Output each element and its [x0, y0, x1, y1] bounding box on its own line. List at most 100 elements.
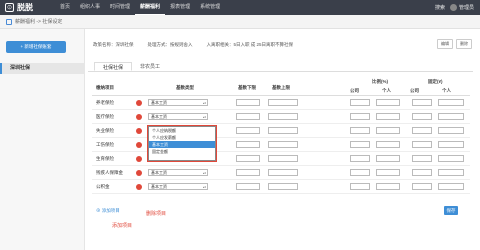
nav-item-payroll[interactable]: 薪酬福利: [135, 0, 166, 15]
ratio-person-input[interactable]: [376, 183, 400, 190]
dropdown-option[interactable]: 个人应纳税额: [149, 127, 215, 134]
user-menu[interactable]: 管理员: [449, 4, 474, 11]
lower-input[interactable]: [236, 99, 260, 106]
base-type-dropdown: 个人应纳税额 个人应发薪额 基本工资 固定金额: [148, 126, 216, 161]
delete-row-icon[interactable]: [136, 170, 142, 176]
ratio-company-input[interactable]: [350, 155, 370, 162]
nav-item-reports[interactable]: 报表管理: [165, 0, 195, 15]
table-row: 医疗保险 基本工资: [92, 110, 470, 124]
policy-method: 处理方式：按规则舍入: [147, 42, 193, 47]
fixed-person-input[interactable]: [438, 99, 464, 106]
ratio-person-input[interactable]: [376, 113, 400, 120]
fixed-company-input[interactable]: [412, 183, 432, 190]
tab-bar: 社保社保 非农员工: [88, 62, 473, 72]
sidebar-item-shenzhen[interactable]: 深圳社保: [0, 63, 85, 74]
row-name: 工伤保险: [96, 142, 114, 147]
base-type-select[interactable]: 基本工资: [148, 99, 208, 106]
fixed-company-input[interactable]: [412, 99, 432, 106]
ratio-person-input[interactable]: [376, 141, 400, 148]
fixed-person-input[interactable]: [438, 155, 464, 162]
base-type-select[interactable]: 基本工资: [148, 169, 208, 176]
home-icon[interactable]: [6, 18, 12, 25]
upper-input[interactable]: [268, 141, 298, 148]
delete-row-icon[interactable]: [136, 114, 142, 120]
row-name: 生育保险: [96, 156, 114, 161]
col-fixed-company: 公司: [410, 88, 419, 93]
fixed-company-input[interactable]: [412, 113, 432, 120]
ratio-person-input[interactable]: [376, 127, 400, 134]
nav-item-system[interactable]: 系统管理: [195, 0, 225, 15]
nav-item-org[interactable]: 组织人事: [75, 0, 105, 15]
ratio-person-input[interactable]: [376, 155, 400, 162]
delete-row-icon[interactable]: [136, 184, 142, 190]
fixed-company-input[interactable]: [412, 169, 432, 176]
user-name: 管理员: [458, 5, 474, 11]
add-account-button[interactable]: + 新增社保账套: [6, 41, 66, 53]
delete-row-icon[interactable]: [136, 128, 142, 134]
edit-button[interactable]: 编辑: [437, 39, 453, 49]
nav-item-time[interactable]: 时间管理: [105, 0, 135, 15]
col-item: 缴纳项目: [96, 85, 114, 90]
base-type-select[interactable]: 基本工资: [148, 113, 208, 120]
lower-input[interactable]: [236, 169, 260, 176]
delete-row-icon[interactable]: [136, 100, 142, 106]
add-item-link[interactable]: ⊕ 添加项目: [96, 208, 120, 214]
lower-input[interactable]: [236, 113, 260, 120]
ratio-company-input[interactable]: [350, 113, 370, 120]
ratio-person-input[interactable]: [376, 169, 400, 176]
save-button[interactable]: 保存: [444, 206, 458, 215]
upper-input[interactable]: [268, 113, 298, 120]
tab-non-agri[interactable]: 非农员工: [132, 62, 168, 71]
add-item-label: 添加项目: [101, 208, 120, 213]
app-logo[interactable]: ⊙ 脱脱: [0, 2, 55, 13]
lower-input[interactable]: [236, 141, 260, 148]
fixed-person-input[interactable]: [438, 127, 464, 134]
policy-name: 政策名称：深圳社保: [93, 42, 134, 47]
upper-input[interactable]: [268, 99, 298, 106]
row-name: 医疗保险: [96, 114, 114, 119]
fixed-company-input[interactable]: [412, 155, 432, 162]
dropdown-option[interactable]: 个人应发薪额: [149, 134, 215, 141]
col-lower: 基数下限: [238, 85, 256, 90]
ratio-company-input[interactable]: [350, 127, 370, 134]
row-name: 失业保险: [96, 128, 114, 133]
upper-input[interactable]: [268, 127, 298, 134]
delete-row-icon[interactable]: [136, 156, 142, 162]
dropdown-option-selected[interactable]: 基本工资: [149, 141, 215, 148]
fixed-company-input[interactable]: [412, 141, 432, 148]
col-upper: 基数上限: [272, 85, 290, 90]
col-ratio-company: 公司: [350, 88, 359, 93]
ratio-company-input[interactable]: [350, 141, 370, 148]
fixed-person-input[interactable]: [438, 169, 464, 176]
avatar: [449, 4, 457, 11]
delete-row-icon[interactable]: [136, 142, 142, 148]
upper-input[interactable]: [268, 183, 298, 190]
table-header: 缴纳项目 基数类型 基数下限 基数上限 比例(%) 公司 个人 固定(¥) 公司…: [92, 78, 470, 96]
base-type-select[interactable]: 基本工资: [148, 183, 208, 190]
ratio-person-input[interactable]: [376, 99, 400, 106]
fixed-person-input[interactable]: [438, 141, 464, 148]
lower-input[interactable]: [236, 127, 260, 134]
col-ratio-person: 个人: [382, 88, 391, 93]
delete-button[interactable]: 删除: [456, 39, 472, 49]
ratio-company-input[interactable]: [350, 183, 370, 190]
nav-item-home[interactable]: 首页: [55, 0, 75, 15]
fixed-person-input[interactable]: [438, 113, 464, 120]
col-fixed: 固定(¥): [428, 79, 443, 84]
app-name: 脱脱: [17, 3, 33, 12]
upper-input[interactable]: [268, 169, 298, 176]
fixed-company-input[interactable]: [412, 127, 432, 134]
breadcrumb-text: 薪酬福利 -> 社保设定: [15, 19, 63, 25]
ratio-company-input[interactable]: [350, 99, 370, 106]
dropdown-option[interactable]: 固定金额: [149, 148, 215, 155]
fixed-person-input[interactable]: [438, 183, 464, 190]
tab-social-insurance[interactable]: 社保社保: [94, 62, 133, 71]
lower-input[interactable]: [236, 183, 260, 190]
annotation-add: 添加项目: [112, 223, 133, 229]
ratio-company-input[interactable]: [350, 169, 370, 176]
upper-input[interactable]: [268, 155, 298, 162]
lower-input[interactable]: [236, 155, 260, 162]
annotation-delete: 删除项目: [146, 211, 167, 217]
policy-rule: 入离职相关：5日入职 成 25日离职不算社保: [206, 42, 294, 47]
search-link[interactable]: 搜索: [435, 4, 445, 11]
